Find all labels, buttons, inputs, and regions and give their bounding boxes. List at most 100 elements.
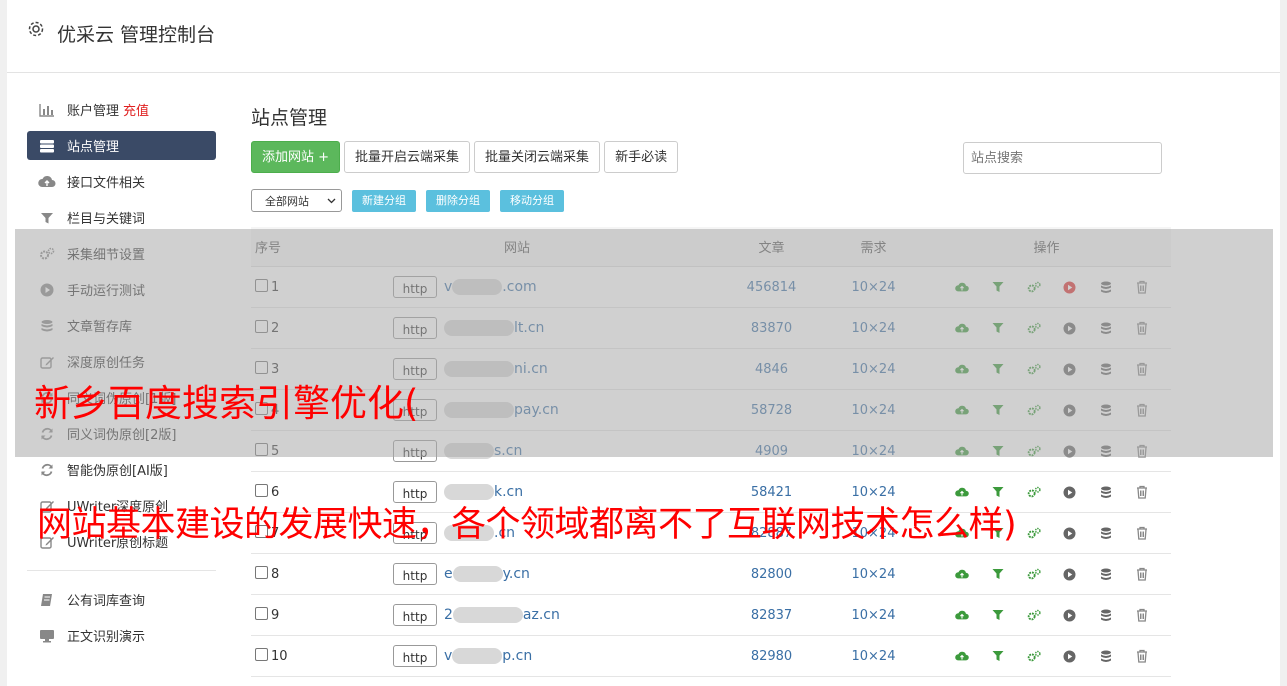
- article-count[interactable]: 82837: [718, 594, 825, 636]
- trash-icon[interactable]: [1135, 567, 1149, 581]
- table-row: 10 http v p.cn 82980 10×24: [251, 635, 1171, 677]
- header: 优采云 管理控制台: [7, 0, 1280, 73]
- filter-icon: [38, 209, 56, 227]
- demand-value[interactable]: 10×24: [825, 594, 922, 636]
- ops-cell: [922, 553, 1171, 595]
- batch-open-cloud-button[interactable]: 批量开启云端采集: [344, 141, 471, 173]
- group-select-value: 全部网站: [265, 194, 309, 208]
- toolbar: 添加网站 + 批量开启云端采集 批量关闭云端采集 新手必读: [251, 141, 682, 173]
- site-url-prefix[interactable]: e: [444, 566, 453, 582]
- filter-icon[interactable]: [991, 608, 1005, 622]
- database-icon[interactable]: [1099, 608, 1113, 622]
- cogs-icon[interactable]: [1027, 526, 1041, 540]
- row-index: 10: [271, 649, 288, 664]
- sidebar-item-1[interactable]: 站点管理: [27, 131, 216, 160]
- site-cell: http e y.cn: [316, 553, 718, 595]
- play-icon[interactable]: [1063, 608, 1077, 622]
- upload-icon[interactable]: [954, 608, 969, 622]
- sidebar-divider: [27, 570, 216, 571]
- site-cell: http v p.cn: [316, 635, 718, 677]
- app-title: 优采云 管理控制台: [57, 24, 216, 46]
- delete-group-button[interactable]: 删除分组: [426, 189, 490, 212]
- bar-chart-icon: [38, 101, 56, 119]
- row-index: 9: [271, 608, 280, 623]
- sidebar-item-label: 栏目与关键词: [67, 212, 146, 227]
- row-index-cell: 9: [251, 594, 316, 636]
- database-icon[interactable]: [1099, 649, 1113, 663]
- batch-close-cloud-button[interactable]: 批量关闭云端采集: [474, 141, 601, 173]
- cogs-icon[interactable]: [1027, 567, 1041, 581]
- trash-icon[interactable]: [1135, 649, 1149, 663]
- trash-icon[interactable]: [1135, 526, 1149, 540]
- ops-cell: [922, 635, 1171, 677]
- row-checkbox[interactable]: [255, 607, 268, 620]
- sidebar-item-10[interactable]: 智能伪原创[AI版]: [27, 455, 216, 484]
- row-checkbox[interactable]: [255, 648, 268, 661]
- watermark-title-line1: 新乡百度搜索引擎优化(: [34, 382, 419, 425]
- sidebar-item-2[interactable]: 接口文件相关: [27, 167, 216, 196]
- group-controls: 全部网站 新建分组 删除分组 移动分组: [251, 189, 574, 212]
- cogs-icon[interactable]: [1027, 608, 1041, 622]
- sidebar-item-label: 站点管理: [67, 140, 120, 155]
- sidebar-item-label: 接口文件相关: [67, 176, 146, 191]
- add-site-button[interactable]: 添加网站 +: [251, 141, 341, 173]
- table-row: 8 http e y.cn 82800 10×24: [251, 553, 1171, 595]
- protocol-badge[interactable]: http: [393, 604, 437, 626]
- site-search-input[interactable]: [963, 142, 1162, 174]
- site-url-suffix[interactable]: p.cn: [502, 648, 532, 664]
- play-icon[interactable]: [1063, 567, 1077, 581]
- row-index-cell: 8: [251, 553, 316, 595]
- table-row: 9 http 2 az.cn 82837 10×24: [251, 594, 1171, 636]
- play-icon[interactable]: [1063, 485, 1077, 499]
- gear-icon: [27, 20, 45, 38]
- protocol-badge[interactable]: http: [393, 563, 437, 585]
- sidebar-item-2-0[interactable]: 公有词库查询: [27, 585, 216, 614]
- site-url-prefix[interactable]: 2: [444, 607, 453, 623]
- book-icon: [38, 591, 56, 609]
- play-icon[interactable]: [1063, 526, 1077, 540]
- sidebar-item-3[interactable]: 栏目与关键词: [27, 203, 216, 232]
- database-icon[interactable]: [1099, 526, 1113, 540]
- filter-icon[interactable]: [991, 567, 1005, 581]
- page-title: 站点管理: [251, 107, 328, 129]
- recharge-badge[interactable]: 充值: [123, 100, 149, 119]
- redacted-blur: [452, 607, 523, 623]
- trash-icon[interactable]: [1135, 608, 1149, 622]
- monitor-icon: [38, 627, 56, 645]
- guide-button[interactable]: 新手必读: [604, 141, 679, 173]
- ops-cell: [922, 594, 1171, 636]
- upload-icon[interactable]: [954, 567, 969, 581]
- site-cell: http 2 az.cn: [316, 594, 718, 636]
- redacted-blur: [452, 566, 503, 582]
- sidebar-item-label: 公有词库查询: [67, 594, 146, 609]
- demand-value[interactable]: 10×24: [825, 635, 922, 677]
- sidebar-item-label: 正文识别演示: [67, 630, 146, 645]
- database-icon[interactable]: [1099, 485, 1113, 499]
- filter-icon[interactable]: [991, 649, 1005, 663]
- sidebar-item-label: 智能伪原创[AI版]: [67, 464, 168, 479]
- row-checkbox[interactable]: [255, 566, 268, 579]
- group-select[interactable]: 全部网站: [251, 189, 342, 212]
- cogs-icon[interactable]: [1027, 649, 1041, 663]
- site-url-prefix[interactable]: v: [444, 648, 452, 664]
- cloud-upload-icon: [38, 173, 56, 191]
- sidebar-item-0[interactable]: 账户管理 充值: [27, 95, 216, 124]
- sidebar-item-2-1[interactable]: 正文识别演示: [27, 621, 216, 650]
- site-url-suffix[interactable]: y.cn: [503, 566, 530, 582]
- article-count[interactable]: 82980: [718, 635, 825, 677]
- move-group-button[interactable]: 移动分组: [500, 189, 564, 212]
- ops-group: [923, 567, 1170, 581]
- upload-icon[interactable]: [954, 649, 969, 663]
- database-icon[interactable]: [1099, 567, 1113, 581]
- article-count[interactable]: 82800: [718, 553, 825, 595]
- ops-group: [923, 649, 1170, 663]
- demand-value[interactable]: 10×24: [825, 553, 922, 595]
- site-url-suffix[interactable]: az.cn: [523, 607, 560, 623]
- protocol-badge[interactable]: http: [393, 645, 437, 667]
- cogs-icon[interactable]: [1027, 485, 1041, 499]
- trash-icon[interactable]: [1135, 485, 1149, 499]
- new-group-button[interactable]: 新建分组: [352, 189, 416, 212]
- chevron-down-icon: [327, 194, 336, 207]
- play-icon[interactable]: [1063, 649, 1077, 663]
- server-icon: [38, 137, 56, 155]
